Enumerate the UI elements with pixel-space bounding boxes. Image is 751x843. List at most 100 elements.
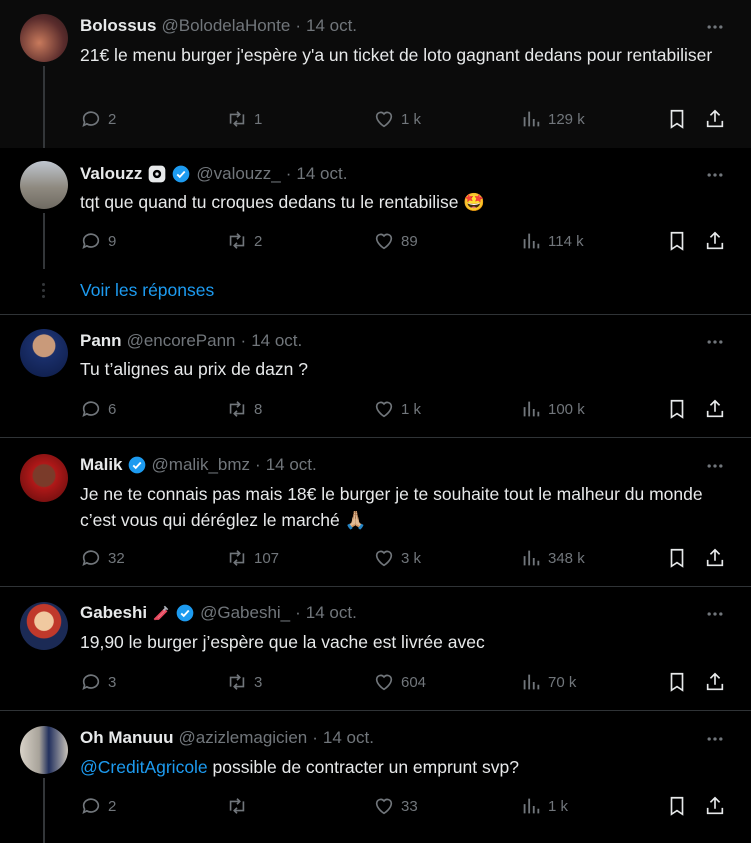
like-button[interactable]: 1 k xyxy=(373,108,421,130)
tweet-4[interactable]: Malik @malik_bmz · 14 oct. Je ne te conn… xyxy=(0,438,751,586)
avatar[interactable] xyxy=(20,726,68,774)
thread-line xyxy=(43,778,45,843)
like-button[interactable]: 89 xyxy=(373,230,418,252)
share-icon xyxy=(706,672,724,691)
bookmark-button[interactable] xyxy=(666,108,688,130)
reply-button[interactable]: 32 xyxy=(80,547,125,569)
show-replies-link[interactable]: Voir les réponses xyxy=(80,280,214,301)
like-button[interactable]: 604 xyxy=(373,671,426,693)
tweet-3[interactable]: Pann @encorePann · 14 oct. Tu t’alignes … xyxy=(0,315,751,437)
reply-button[interactable]: 6 xyxy=(80,398,116,420)
like-button[interactable]: 33 xyxy=(373,795,418,817)
avatar[interactable] xyxy=(20,14,68,62)
bookmark-button[interactable] xyxy=(666,795,688,817)
repost-button[interactable]: 2 xyxy=(226,230,262,252)
reply-button[interactable]: 9 xyxy=(80,230,116,252)
author-handle[interactable]: @Gabeshi_ xyxy=(200,603,290,623)
reply-icon xyxy=(82,798,100,814)
syringe-emoji-icon xyxy=(153,605,169,621)
author-name[interactable]: Bolossus xyxy=(80,16,157,36)
repost-button[interactable]: 1 xyxy=(226,108,262,130)
views-button[interactable]: 100 k xyxy=(520,398,585,420)
reply-icon xyxy=(82,111,100,127)
share-button[interactable] xyxy=(704,795,726,817)
repost-icon xyxy=(229,674,245,690)
tweet-date[interactable]: 14 oct. xyxy=(296,164,347,184)
tweet-2[interactable]: Valouzz @valouzz_ · 14 oct. tqt que quan… xyxy=(0,148,751,314)
bookmark-button[interactable] xyxy=(666,671,688,693)
like-button[interactable]: 1 k xyxy=(373,398,421,420)
more-options-icon[interactable] xyxy=(705,165,725,185)
tweet-date[interactable]: 14 oct. xyxy=(306,603,357,623)
views-icon xyxy=(523,111,540,127)
share-button[interactable] xyxy=(704,230,726,252)
tweet-header: Gabeshi @Gabeshi_ · 14 oct. xyxy=(80,603,357,623)
author-handle[interactable]: @valouzz_ xyxy=(196,164,280,184)
tweet-actions: 3 3 604 70 k xyxy=(80,671,730,695)
repost-button[interactable]: 107 xyxy=(226,547,279,569)
share-button[interactable] xyxy=(704,547,726,569)
repost-button[interactable]: 3 xyxy=(226,671,262,693)
tweet-date[interactable]: 14 oct. xyxy=(266,455,317,475)
repost-icon xyxy=(229,233,245,249)
more-options-icon[interactable] xyxy=(705,332,725,352)
tweet-header: Bolossus @BolodelaHonte · 14 oct. xyxy=(80,16,357,36)
share-button[interactable] xyxy=(704,398,726,420)
more-options-icon[interactable] xyxy=(705,456,725,476)
avatar[interactable] xyxy=(20,602,68,650)
verified-badge-icon[interactable] xyxy=(127,455,147,475)
avatar[interactable] xyxy=(20,329,68,377)
tweet-header: Oh Manuuu @azizlemagicien · 14 oct. xyxy=(80,728,374,748)
tweet-date[interactable]: 14 oct. xyxy=(306,16,357,36)
views-button[interactable]: 1 k xyxy=(520,795,568,817)
views-button[interactable]: 70 k xyxy=(520,671,576,693)
author-name[interactable]: Malik xyxy=(80,455,123,475)
views-button[interactable]: 348 k xyxy=(520,547,585,569)
bookmark-icon xyxy=(670,672,684,692)
mention-link[interactable]: @CreditAgricole xyxy=(80,757,208,777)
author-name[interactable]: Oh Manuuu xyxy=(80,728,173,748)
views-button[interactable]: 114 k xyxy=(520,230,584,252)
avatar[interactable] xyxy=(20,161,68,209)
heart-icon xyxy=(375,798,393,815)
tweet-date[interactable]: 14 oct. xyxy=(323,728,374,748)
share-button[interactable] xyxy=(704,671,726,693)
author-handle[interactable]: @BolodelaHonte xyxy=(162,16,291,36)
reply-button[interactable]: 2 xyxy=(80,795,116,817)
views-icon xyxy=(523,798,540,814)
bookmark-button[interactable] xyxy=(666,547,688,569)
avatar[interactable] xyxy=(20,454,68,502)
thread-dots xyxy=(42,280,46,301)
verified-badge-icon[interactable] xyxy=(171,164,191,184)
views-icon xyxy=(523,233,540,249)
more-options-icon[interactable] xyxy=(705,729,725,749)
tweet-date[interactable]: 14 oct. xyxy=(251,331,302,351)
tweet-6[interactable]: Oh Manuuu @azizlemagicien · 14 oct. @Cre… xyxy=(0,711,751,843)
reply-button[interactable]: 2 xyxy=(80,108,116,130)
author-name[interactable]: Pann xyxy=(80,331,122,351)
bookmark-icon xyxy=(670,548,684,568)
views-icon xyxy=(523,401,540,417)
tweet-text: tqt que quand tu croques dedans tu le re… xyxy=(80,192,486,212)
tweet-header: Malik @malik_bmz · 14 oct. xyxy=(80,455,317,475)
more-options-icon[interactable] xyxy=(705,604,725,624)
verified-badge-icon[interactable] xyxy=(175,603,195,623)
author-handle[interactable]: @malik_bmz xyxy=(152,455,251,475)
tweet-actions: 32 107 3 k 348 k xyxy=(80,547,730,571)
author-handle[interactable]: @azizlemagicien xyxy=(178,728,307,748)
tweet-5[interactable]: Gabeshi @Gabeshi_ · 14 oct. 19,90 le bur… xyxy=(0,587,751,710)
like-button[interactable]: 3 k xyxy=(373,547,421,569)
tweet-1[interactable]: Bolossus @BolodelaHonte · 14 oct. 21€ le… xyxy=(0,0,751,148)
repost-button[interactable] xyxy=(226,795,254,817)
share-button[interactable] xyxy=(704,108,726,130)
more-options-icon[interactable] xyxy=(705,17,725,37)
bookmark-button[interactable] xyxy=(666,230,688,252)
bookmark-button[interactable] xyxy=(666,398,688,420)
reply-button[interactable]: 3 xyxy=(80,671,116,693)
author-name[interactable]: Valouzz xyxy=(80,164,142,184)
author-name[interactable]: Gabeshi xyxy=(80,603,147,623)
repost-button[interactable]: 8 xyxy=(226,398,262,420)
author-handle[interactable]: @encorePann xyxy=(127,331,236,351)
tweet-text: @CreditAgricole possible de contracter u… xyxy=(80,757,519,777)
views-button[interactable]: 129 k xyxy=(520,108,585,130)
